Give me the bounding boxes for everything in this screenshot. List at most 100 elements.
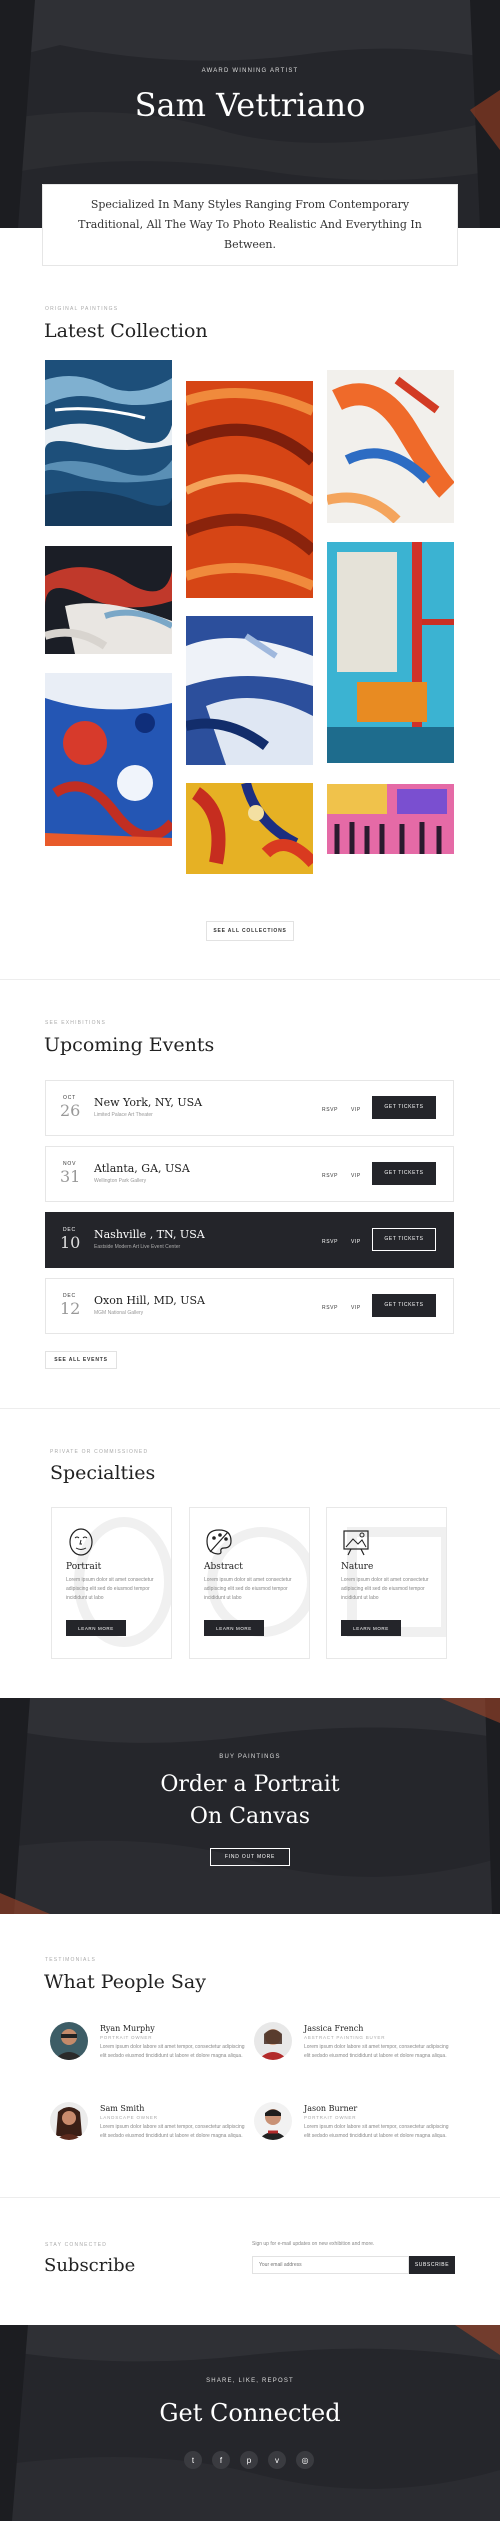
get-tickets-button[interactable]: GET TICKETS [372,1228,436,1251]
subscribe-button[interactable]: SUBSCRIBE [409,2256,455,2274]
event-venue: Limited Palace Art Theater [94,1112,153,1118]
event-row-highlighted: DEC 10 Nashville , TN, USA Eastside Mode… [45,1212,454,1268]
vip-link[interactable]: VIP [351,1107,361,1113]
event-venue: Eastside Modern Art Live Event Center [94,1244,181,1250]
testimonials-eyebrow: TESTIMONIALS [45,1957,97,1963]
footer: SHARE, LIKE, REPOST Get Connected t f p … [0,2325,500,2521]
specialty-name: Abstract [204,1562,243,1572]
avatar [254,2022,292,2060]
subscribe-title: Subscribe [44,2255,136,2276]
testimonial-role: PORTRAIT OWNER [304,2115,357,2120]
testimonial-quote: Lorem ipsum dolor labore sit amet tempor… [304,2044,449,2059]
testimonial-quote: Lorem ipsum dolor labore sit amet tempor… [304,2124,449,2139]
vip-link[interactable]: VIP [351,1305,361,1311]
palette-icon [206,1529,232,1555]
event-location: Atlanta, GA, USA [94,1162,190,1175]
footer-eyebrow: SHARE, LIKE, REPOST [206,2378,294,2384]
vip-link[interactable]: VIP [351,1239,361,1245]
section-divider [0,2197,500,2198]
subscribe-note: Sign up for e-mail updates on new exhibi… [252,2241,375,2247]
specialties-eyebrow: PRIVATE OR COMMISSIONED [50,1449,149,1455]
testimonial: Sam Smith LANDSCAPE OWNER Lorem ipsum do… [50,2102,250,2172]
footer-title: Get Connected [159,2399,341,2427]
get-tickets-button[interactable]: GET TICKETS [372,1162,436,1185]
facebook-icon[interactable]: f [212,2451,230,2469]
pinterest-icon[interactable]: p [240,2451,258,2469]
vip-link[interactable]: VIP [351,1173,361,1179]
avatar [50,2102,88,2140]
specialty-card-nature: Nature Lorem ipsum dolor sit amet consec… [326,1507,447,1659]
painting-blue-splash[interactable] [45,673,172,846]
event-row: DEC 12 Oxon Hill, MD, USA MGM National G… [45,1278,454,1334]
specialty-card-portrait: Portrait Lorem ipsum dolor sit amet cons… [51,1507,172,1659]
vimeo-icon[interactable]: v [268,2451,286,2469]
painting-yellow-red-abstract[interactable] [186,783,313,874]
specialties-title: Specialties [50,1462,156,1484]
specialty-name: Portrait [66,1562,102,1572]
specialty-desc: Lorem ipsum dolor sit amet consectetur a… [66,1577,154,1601]
subscribe-eyebrow: STAY CONNECTED [45,2242,108,2248]
find-out-more-button[interactable]: FIND OUT MORE [210,1848,290,1866]
testimonial-role: ABSTRACT PAINTING BUYER [304,2035,386,2040]
learn-more-button[interactable]: LEARN MORE [66,1620,126,1636]
specialty-name: Nature [341,1562,374,1572]
painting-blue-white-strokes[interactable] [186,616,313,765]
events-title: Upcoming Events [44,1034,215,1056]
painting-red-storm[interactable] [45,546,172,654]
event-venue: Wellington Park Gallery [94,1178,147,1184]
rsvp-link[interactable]: RSVP [322,1305,338,1311]
event-location: Nashville , TN, USA [94,1228,205,1241]
testimonial-quote: Lorem ipsum dolor labore sit amet tempor… [100,2044,245,2059]
cta-title-line2: On Canvas [189,1804,311,1829]
specialty-desc: Lorem ipsum dolor sit amet consectetur a… [341,1577,429,1601]
painting-orange-swirls[interactable] [186,381,313,598]
rsvp-link[interactable]: RSVP [322,1173,338,1179]
see-all-collections-button[interactable]: SEE ALL COLLECTIONS [206,921,294,941]
testimonial: Jassica French ABSTRACT PAINTING BUYER L… [254,2022,454,2092]
cta-eyebrow: BUY PAINTINGS [219,1754,281,1760]
learn-more-button[interactable]: LEARN MORE [204,1620,264,1636]
avatar [50,2022,88,2060]
page: AWARD WINNING ARTIST Sam Vettriano Speci… [0,0,500,2521]
email-input[interactable] [252,2256,409,2274]
section-divider [0,979,500,980]
testimonial-name: Jason Burner [304,2104,358,2113]
event-day: 10 [60,1233,81,1252]
avatar [254,2102,292,2140]
specialty-card-abstract: Abstract Lorem ipsum dolor sit amet cons… [189,1507,310,1659]
painting-ocean-waves[interactable] [45,360,172,526]
testimonial-quote: Lorem ipsum dolor labore sit amet tempor… [100,2124,245,2139]
testimonial-role: PORTRAIT OWNER [100,2035,153,2040]
testimonial-name: Ryan Murphy [100,2024,155,2033]
specialty-desc: Lorem ipsum dolor sit amet consectetur a… [204,1577,292,1601]
event-venue: MGM National Gallery [94,1310,144,1316]
collection-title: Latest Collection [44,320,208,342]
event-day: 12 [60,1299,81,1318]
painting-pink-figures[interactable] [327,784,454,854]
testimonial-role: LANDSCAPE OWNER [100,2115,158,2120]
get-tickets-button[interactable]: GET TICKETS [372,1096,436,1119]
order-portrait-banner: BUY PAINTINGS Order a Portrait On Canvas… [0,1698,500,1914]
intro-text: Specialized In Many Styles Ranging From … [78,198,422,251]
get-tickets-button[interactable]: GET TICKETS [372,1294,436,1317]
rsvp-link[interactable]: RSVP [322,1107,338,1113]
see-all-events-button[interactable]: SEE ALL EVENTS [45,1351,117,1369]
intro-box: Specialized In Many Styles Ranging From … [42,184,458,266]
event-row: NOV 31 Atlanta, GA, USA Wellington Park … [45,1146,454,1202]
rsvp-link[interactable]: RSVP [322,1239,338,1245]
section-divider [0,1408,500,1409]
instagram-icon[interactable]: ◎ [296,2451,314,2469]
painting-turquoise-composition[interactable] [327,542,454,763]
learn-more-button[interactable]: LEARN MORE [341,1620,401,1636]
testimonial-name: Jassica French [304,2024,364,2033]
collection-eyebrow: ORIGINAL PAINTINGS [45,306,119,312]
event-location: New York, NY, USA [94,1096,203,1109]
painting-orange-blue-abstract[interactable] [327,370,454,523]
cta-title-line1: Order a Portrait [160,1772,340,1797]
event-location: Oxon Hill, MD, USA [94,1294,205,1307]
hero-title: Sam Vettriano [134,86,366,124]
testimonial-name: Sam Smith [100,2104,145,2113]
twitter-icon[interactable]: t [184,2451,202,2469]
event-day: 31 [60,1167,81,1186]
face-icon [69,1528,93,1556]
